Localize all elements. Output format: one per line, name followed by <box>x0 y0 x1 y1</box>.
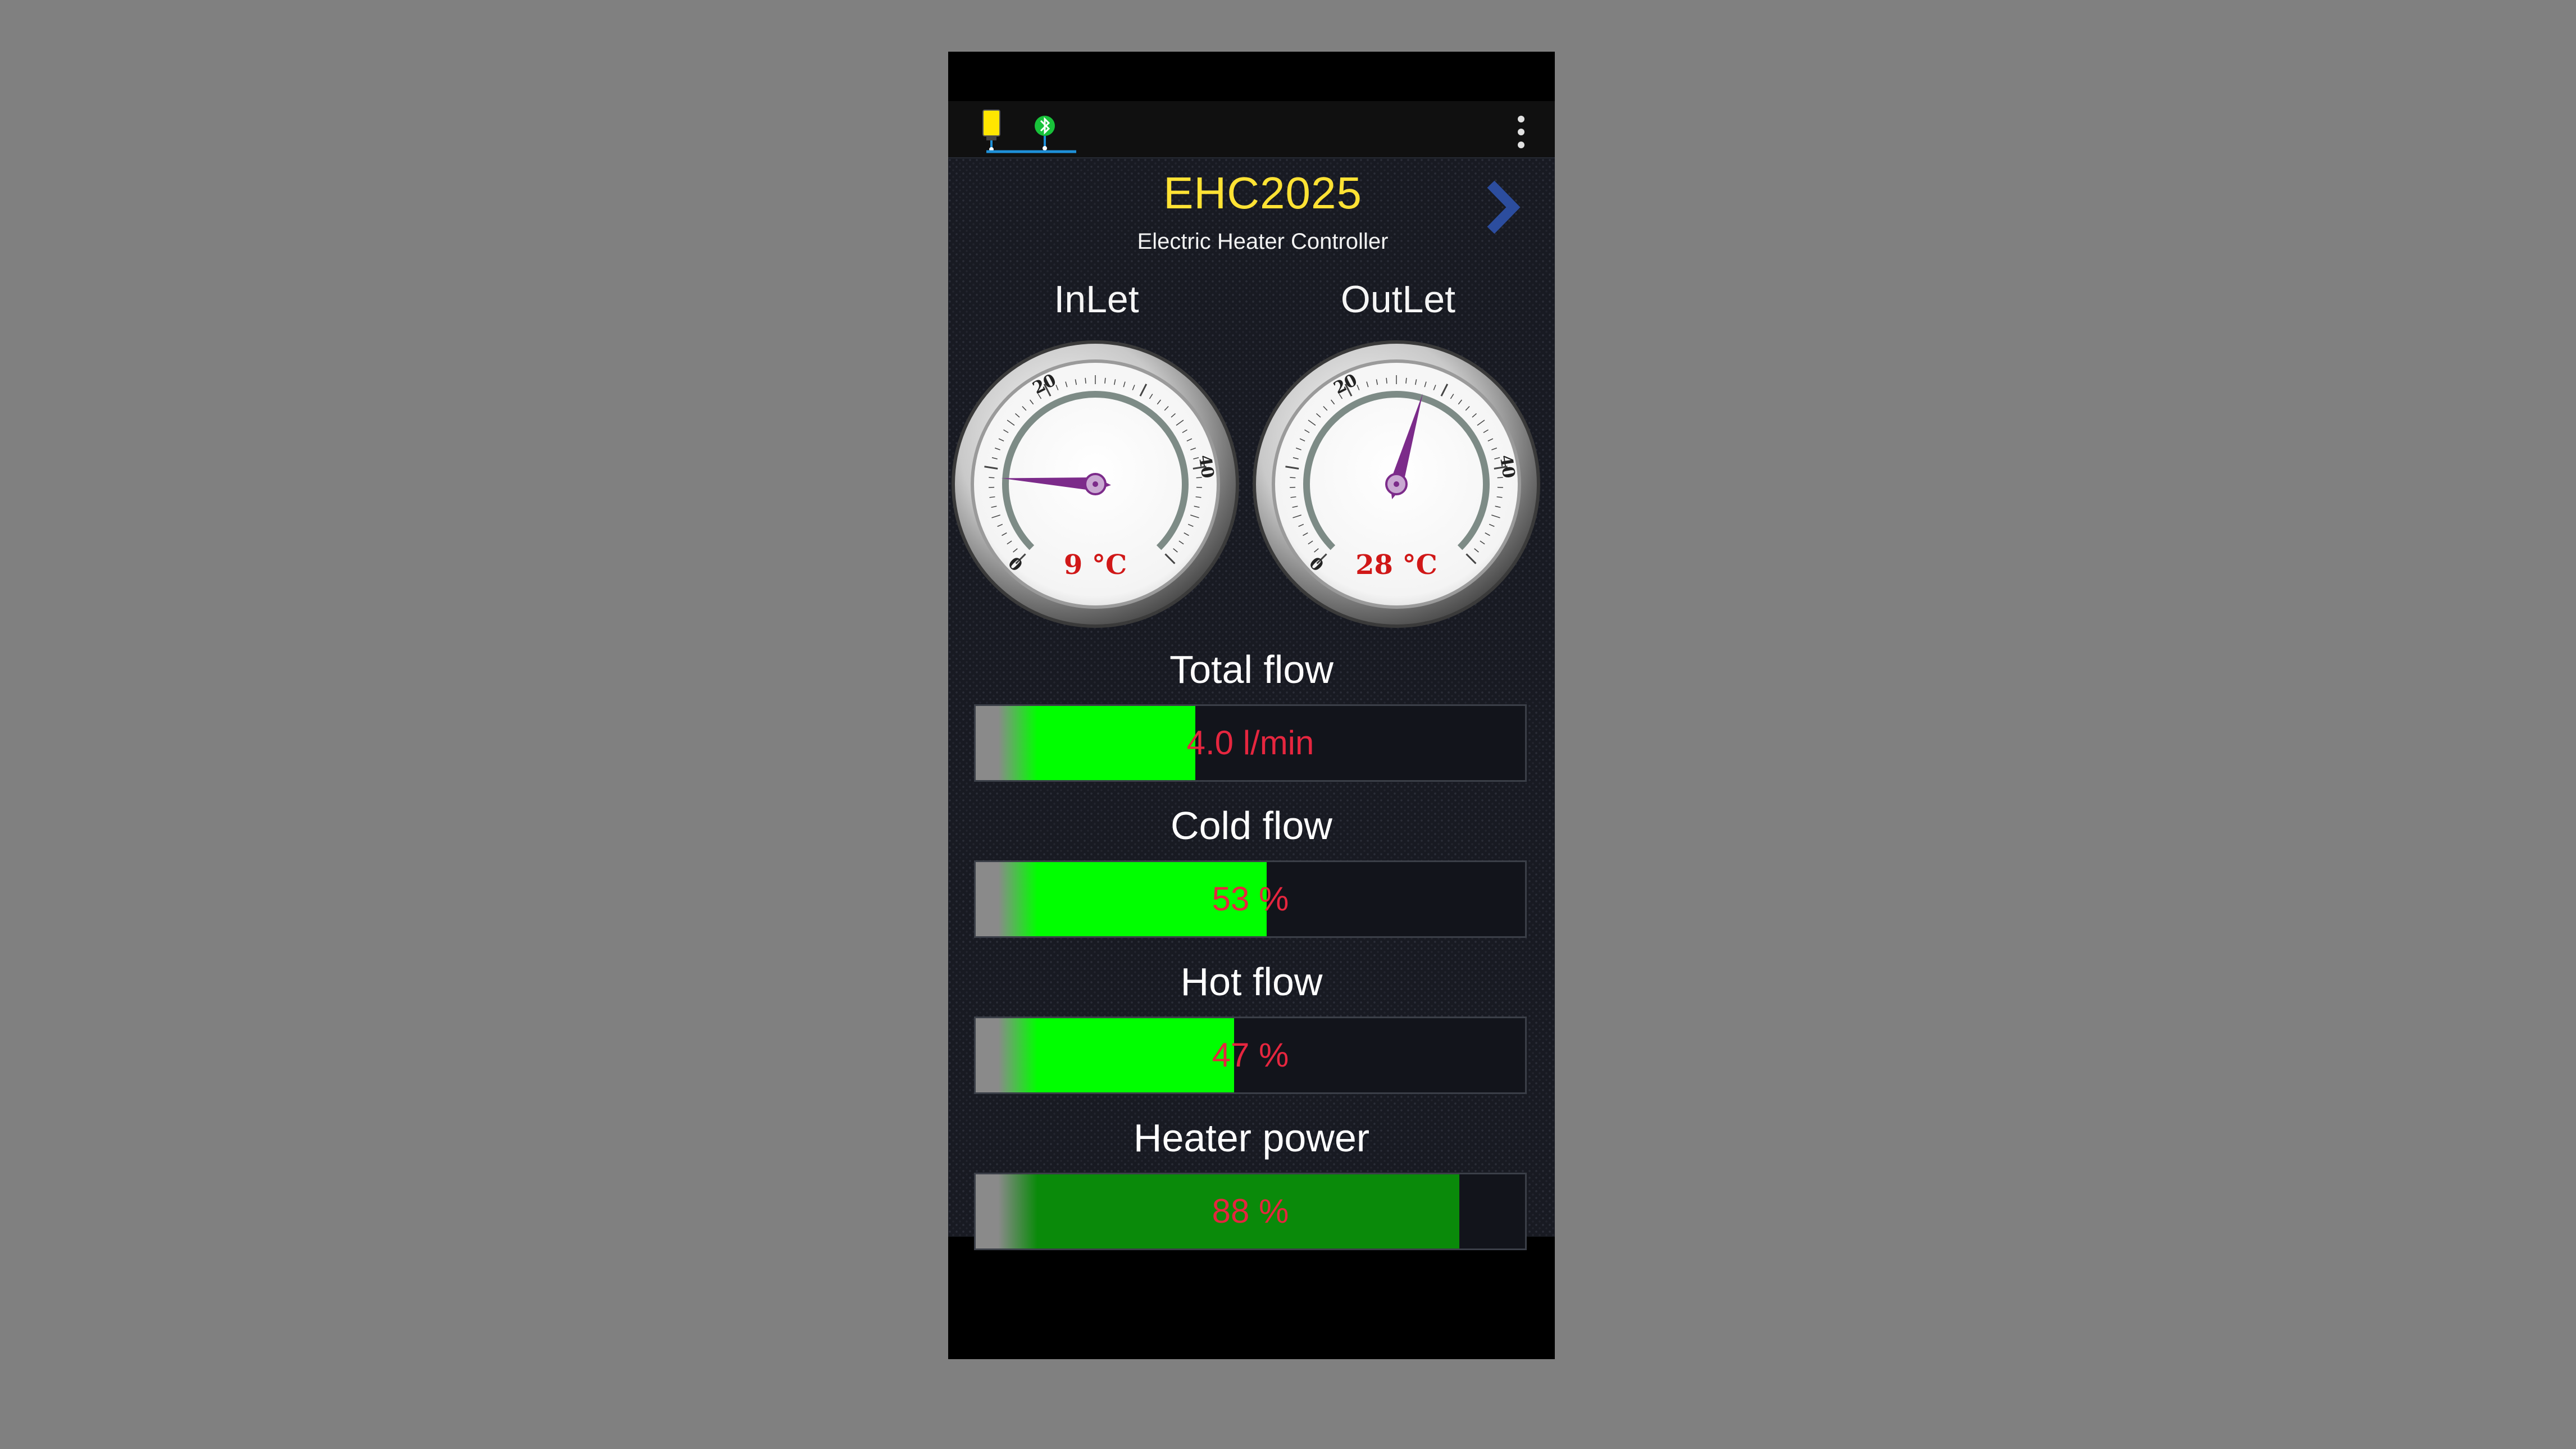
inlet-needle-center <box>1093 481 1098 487</box>
outlet-needle-center <box>1394 481 1399 487</box>
total-flow-bar: 4.0 l/min <box>974 704 1527 782</box>
outlet-temperature-gauge: 0204028 °C <box>1253 340 1540 628</box>
app-subtitle: Electric Heater Controller <box>1137 229 1389 254</box>
outlet-readout: 28 °C <box>1355 549 1437 581</box>
phone-frame: EHC2025 Electric Heater Controller InLet… <box>948 52 1555 1359</box>
outlet-tick <box>1405 377 1407 384</box>
inlet-tick-label: 40 <box>1194 453 1217 480</box>
total-flow-value: 4.0 l/min <box>1186 724 1314 762</box>
inlet-readout: 9 °C <box>1064 549 1127 581</box>
app-title: EHC2025 <box>1163 168 1362 218</box>
navigation-bar-area <box>948 1285 1555 1359</box>
inlet-tick <box>1085 377 1086 384</box>
heater-power-bar: 88 % <box>974 1173 1527 1250</box>
inlet-label: InLet <box>1054 278 1139 321</box>
outlet-tick <box>1290 477 1296 479</box>
connection-line <box>986 150 1076 153</box>
cold-flow-bar: 53 % <box>974 860 1527 938</box>
chevron-right-icon[interactable] <box>1481 176 1526 238</box>
total-flow-label: Total flow <box>1169 648 1333 691</box>
heater-power-value: 88 % <box>1212 1192 1289 1230</box>
cold-flow-value: 53 % <box>1212 880 1289 918</box>
heater-power-label: Heater power <box>1133 1116 1370 1160</box>
hot-flow-value: 47 % <box>1212 1036 1289 1074</box>
bluetooth-icon <box>1035 116 1055 151</box>
more-vert-icon[interactable] <box>1510 112 1532 152</box>
hot-flow-label: Hot flow <box>1180 960 1323 1004</box>
inlet-temperature-gauge: 020409 °C <box>952 340 1239 628</box>
outlet-tick <box>1386 377 1387 384</box>
outlet-tick-label: 40 <box>1495 453 1518 480</box>
device-battery-icon <box>982 110 1000 152</box>
inlet-tick <box>989 477 995 479</box>
outlet-label: OutLet <box>1340 278 1456 321</box>
hot-flow-bar: 47 % <box>974 1017 1527 1094</box>
cold-flow-label: Cold flow <box>1171 804 1332 847</box>
